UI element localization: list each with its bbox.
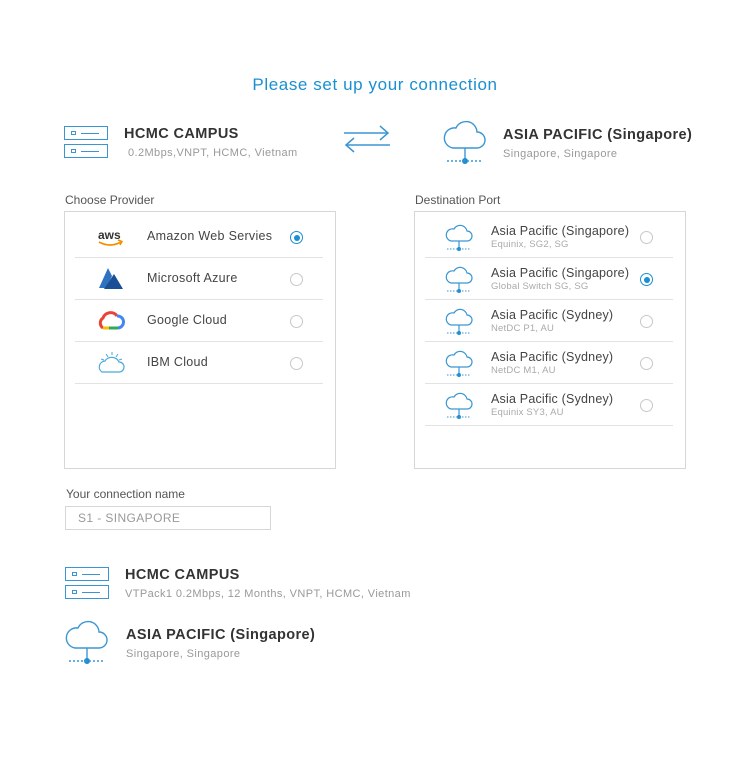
- port-detail: Equinix SY3, AU: [491, 407, 564, 418]
- port-radio[interactable]: [640, 357, 653, 370]
- port-option[interactable]: Asia Pacific (Sydney) Equinix SY3, AU: [425, 384, 673, 426]
- provider-radio[interactable]: [290, 315, 303, 328]
- svg-text:aws: aws: [98, 228, 121, 242]
- port-detail: NetDC M1, AU: [491, 365, 556, 376]
- summary-destination: ASIA PACIFIC (Singapore) Singapore, Sing…: [65, 618, 315, 666]
- port-option[interactable]: Asia Pacific (Sydney) NetDC P1, AU: [425, 300, 673, 342]
- server-icon: [64, 126, 108, 158]
- summary-destination-detail: Singapore, Singapore: [126, 648, 241, 660]
- provider-list: aws Amazon Web Servies Microsoft Azure G…: [64, 211, 336, 469]
- port-list: Asia Pacific (Singapore) Equinix, SG2, S…: [414, 211, 686, 469]
- cloud-icon: [445, 350, 473, 377]
- cloud-icon: [445, 266, 473, 293]
- provider-option-ibm-cloud[interactable]: IBM Cloud: [75, 342, 323, 384]
- cloud-icon: [445, 392, 473, 419]
- port-radio[interactable]: [640, 315, 653, 328]
- port-title: Asia Pacific (Sydney): [491, 350, 614, 364]
- port-title: Asia Pacific (Singapore): [491, 224, 630, 238]
- summary-destination-name: ASIA PACIFIC (Singapore): [126, 627, 316, 643]
- port-section-label: Destination Port: [415, 193, 501, 207]
- provider-option-google-cloud[interactable]: Google Cloud: [75, 300, 323, 342]
- provider-option-aws[interactable]: aws Amazon Web Servies: [75, 216, 323, 258]
- cloud-icon: [65, 620, 108, 664]
- aws-logo-icon: aws: [98, 228, 124, 246]
- cloud-icon: [445, 224, 473, 251]
- port-radio[interactable]: [640, 399, 653, 412]
- provider-radio[interactable]: [290, 231, 303, 244]
- connection-name-input[interactable]: [65, 506, 271, 530]
- port-detail: NetDC P1, AU: [491, 323, 555, 334]
- source-name: HCMC CAMPUS: [124, 126, 239, 142]
- summary-source: HCMC CAMPUS VTPack1 0.2Mbps, 12 Months, …: [65, 567, 411, 600]
- port-title: Asia Pacific (Sydney): [491, 308, 614, 322]
- provider-label: Amazon Web Servies: [147, 229, 273, 243]
- port-detail: Global Switch SG, SG: [491, 281, 589, 292]
- server-icon: [65, 567, 109, 599]
- port-detail: Equinix, SG2, SG: [491, 239, 569, 250]
- page-title: Please set up your connection: [252, 75, 498, 94]
- connection-name-label: Your connection name: [66, 487, 185, 501]
- source-detail: 0.2Mbps,VNPT, HCMC, Vietnam: [128, 147, 298, 159]
- source-site: HCMC CAMPUS 0.2Mbps,VNPT, HCMC, Vietnam: [64, 126, 298, 159]
- port-option[interactable]: Asia Pacific (Sydney) NetDC M1, AU: [425, 342, 673, 384]
- provider-label: IBM Cloud: [147, 355, 209, 369]
- port-radio[interactable]: [640, 273, 653, 286]
- provider-radio[interactable]: [290, 273, 303, 286]
- summary-source-detail: VTPack1 0.2Mbps, 12 Months, VNPT, HCMC, …: [125, 588, 411, 600]
- provider-radio[interactable]: [290, 357, 303, 370]
- port-title: Asia Pacific (Sydney): [491, 392, 614, 406]
- exchange-arrows-icon: [344, 125, 390, 153]
- provider-option-azure[interactable]: Microsoft Azure: [75, 258, 323, 300]
- port-option[interactable]: Asia Pacific (Singapore) Global Switch S…: [425, 258, 673, 300]
- summary-source-name: HCMC CAMPUS: [125, 567, 240, 583]
- azure-logo-icon: [99, 268, 123, 289]
- destination-site: ASIA PACIFIC (Singapore) Singapore, Sing…: [443, 118, 692, 166]
- provider-label: Google Cloud: [147, 313, 228, 327]
- destination-detail: Singapore, Singapore: [503, 148, 618, 160]
- destination-name: ASIA PACIFIC (Singapore): [503, 127, 693, 143]
- port-radio[interactable]: [640, 231, 653, 244]
- google-cloud-logo-icon: [98, 311, 125, 330]
- provider-section-label: Choose Provider: [65, 193, 155, 207]
- cloud-icon: [443, 120, 486, 164]
- port-title: Asia Pacific (Singapore): [491, 266, 630, 280]
- provider-label: Microsoft Azure: [147, 271, 238, 285]
- port-option[interactable]: Asia Pacific (Singapore) Equinix, SG2, S…: [425, 216, 673, 258]
- cloud-icon: [445, 308, 473, 335]
- ibm-cloud-logo-icon: [98, 352, 125, 373]
